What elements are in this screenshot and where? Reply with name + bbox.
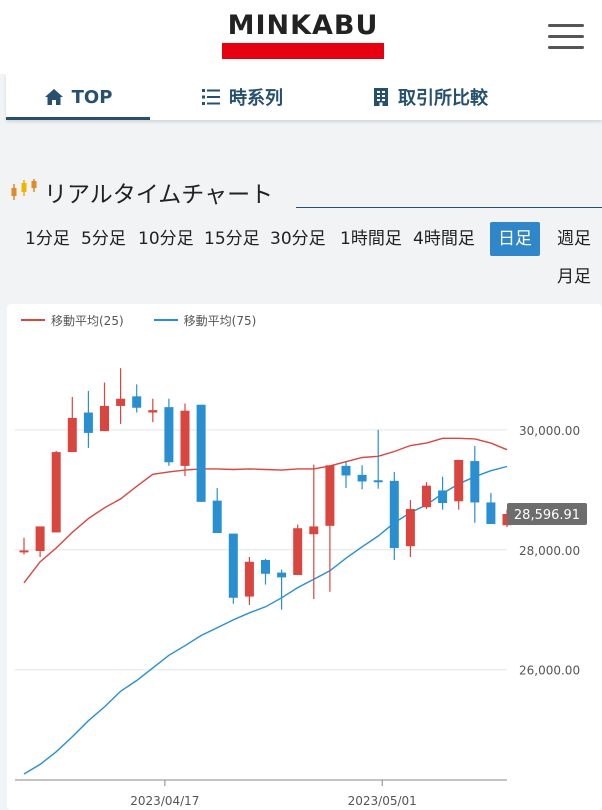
candle-body [373,480,383,483]
period-10min[interactable]: 10分足 [138,222,194,256]
period-weekly[interactable]: 週足 [557,222,591,256]
period-monthly[interactable]: 月足 [557,260,591,294]
current-price-label: 28,596.91 [514,508,580,523]
period-30min[interactable]: 30分足 [270,222,326,256]
header: MINKABU [0,0,602,74]
candle-body [148,410,158,413]
x-tick-label: 2023/04/17 [130,794,199,808]
candle-body [244,561,254,597]
y-tick-label: 26,000.00 [519,664,580,678]
logo-text: MINKABU [227,10,379,41]
candle-body [470,461,480,503]
hamburger-menu-icon[interactable] [548,24,584,50]
section-title-text: リアルタイムチャート [44,182,274,208]
building-icon [372,87,390,107]
candle-body [212,500,222,534]
x-tick-label: 2023/05/01 [348,794,417,808]
candle-body [164,407,174,463]
period-4hour[interactable]: 4時間足 [413,222,475,256]
period-5min[interactable]: 5分足 [81,222,126,256]
candle-body [486,502,496,525]
candle-body [180,410,190,466]
candle-body [116,398,126,406]
candle-body [277,572,287,578]
period-daily[interactable]: 日足 [490,222,540,256]
logo-bar [222,43,384,59]
tab-top[interactable]: TOP [6,74,150,120]
candle-body [309,526,319,535]
active-tab-indicator [6,117,150,120]
candle-body [293,528,303,575]
tab-exchange-compare-label: 取引所比較 [398,88,488,109]
candle-body [341,465,351,476]
candle-body [19,550,29,553]
candle-body [35,526,45,552]
section-title: リアルタイムチャート [10,176,273,208]
candle-body [325,465,335,526]
tab-exchange-compare[interactable]: 取引所比較 [350,74,510,120]
tab-top-label: TOP [71,86,113,108]
candle-body [228,533,238,598]
period-1hour[interactable]: 1時間足 [340,222,402,256]
minkabu-logo[interactable]: MINKABU [221,12,385,59]
candle-body [100,405,109,432]
candle-body [67,417,77,453]
list-icon [201,88,221,106]
candle-body [357,474,367,482]
candle-body [83,412,93,433]
period-1min[interactable]: 1分足 [25,222,70,256]
candle-body [454,459,464,502]
candle-body [196,404,206,502]
candle-body [261,559,270,574]
candlestick-icon [10,178,38,206]
candle-body [422,485,431,508]
candle-body [51,452,61,533]
period-15min[interactable]: 15分足 [204,222,260,256]
candlestick-chart[interactable]: 26,000.00 28,000.00 30,000.00 2023/04/17 202… [7,304,602,810]
chart-card: 移動平均(25) 移動平均(75) 26,000.00 28,000.00 30,0… [7,304,602,810]
title-underline [296,207,602,208]
candle-body [438,490,448,504]
candle-body [405,509,415,547]
candle-body [389,480,399,549]
tab-bar: TOP 時系列 取引所比較 [6,74,602,120]
y-tick-label: 28,000.00 [519,544,580,558]
candle-body [132,396,142,408]
tab-timeseries[interactable]: 時系列 [182,74,302,120]
home-icon [44,88,64,106]
tab-timeseries-label: 時系列 [229,88,283,109]
y-tick-label: 30,000.00 [519,424,580,438]
